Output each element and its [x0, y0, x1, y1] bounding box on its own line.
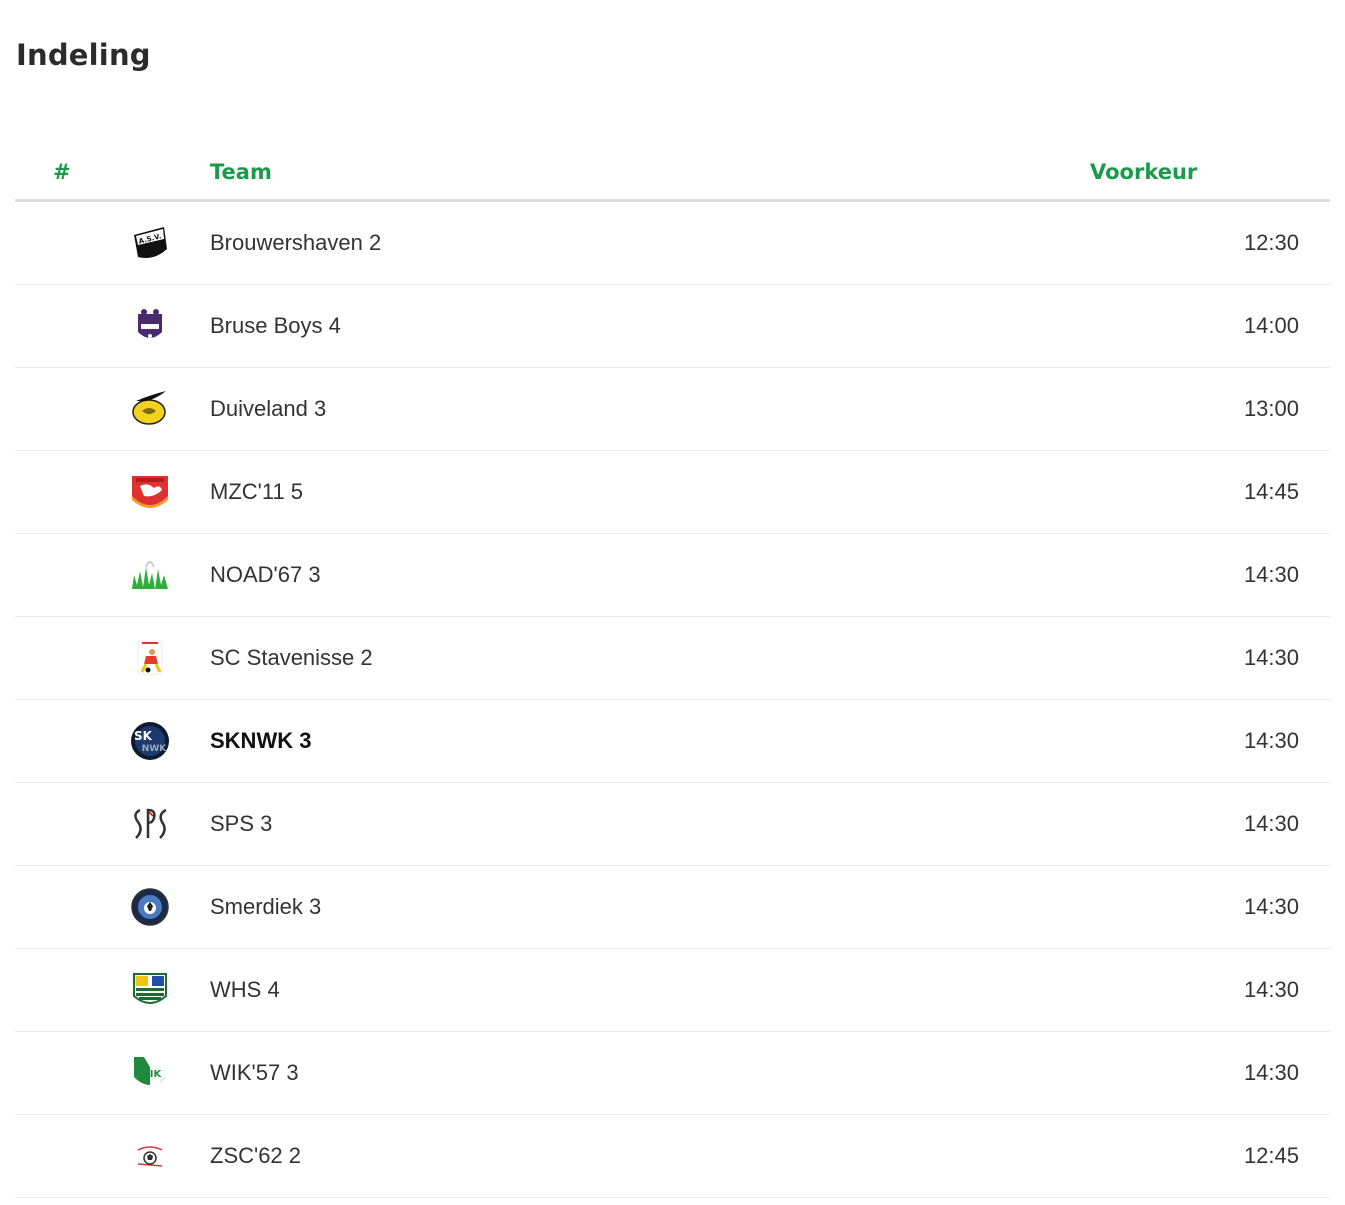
team-name[interactable]: NOAD'67 3 — [210, 562, 321, 588]
brouwershaven-logo-icon: A.S.V. — [130, 223, 170, 263]
noad67-logo-icon — [130, 555, 170, 595]
table-row[interactable]: MZC'11 5 14:45 — [15, 451, 1330, 534]
table-row[interactable]: A.S.V. Brouwershaven 2 12:30 — [15, 202, 1330, 285]
team-name[interactable]: Brouwershaven 2 — [210, 230, 381, 256]
preference-time: 14:30 — [1243, 562, 1299, 587]
page-title: Indeling — [16, 38, 151, 72]
svg-text:WIK: WIK — [139, 1069, 163, 1080]
wik57-logo-icon: WIK — [130, 1053, 170, 1093]
preference-time: 14:00 — [1243, 313, 1299, 338]
preference-time: 14:30 — [1243, 1060, 1299, 1085]
preference-time: 14:30 — [1243, 728, 1299, 753]
team-name[interactable]: WIK'57 3 — [210, 1060, 299, 1086]
table-row[interactable]: SC Stavenisse 2 14:30 — [15, 617, 1330, 700]
table-row[interactable]: Bruse Boys 4 14:00 — [15, 285, 1330, 368]
team-name[interactable]: WHS 4 — [210, 977, 280, 1003]
team-name[interactable]: MZC'11 5 — [210, 479, 303, 505]
team-name[interactable]: Duiveland 3 — [210, 396, 326, 422]
column-header-team[interactable]: Team — [210, 160, 272, 184]
svg-text:NWK: NWK — [142, 744, 167, 754]
zsc62-logo-icon — [130, 1136, 170, 1176]
preference-time: 12:30 — [1243, 230, 1299, 255]
team-name[interactable]: ZSC'62 2 — [210, 1143, 301, 1169]
preference-time: 13:00 — [1243, 396, 1299, 421]
svg-text:SK: SK — [134, 729, 153, 743]
table-row[interactable]: ZSC'62 2 12:45 — [15, 1115, 1330, 1198]
column-header-preference[interactable]: Voorkeur — [1090, 160, 1197, 184]
table-row[interactable]: Duiveland 3 13:00 — [15, 368, 1330, 451]
bruse-boys-logo-icon — [130, 306, 170, 346]
team-name[interactable]: SKNWK 3 — [210, 728, 311, 754]
table-row[interactable]: WHS 4 14:30 — [15, 949, 1330, 1032]
duiveland-logo-icon — [130, 389, 170, 429]
sknwk-logo-icon: SK NWK — [130, 721, 170, 761]
team-name[interactable]: Bruse Boys 4 — [210, 313, 341, 339]
preference-time: 14:30 — [1243, 645, 1299, 670]
table-row[interactable]: WIK WIK'57 3 14:30 — [15, 1032, 1330, 1115]
preference-time: 14:30 — [1243, 811, 1299, 836]
whs-logo-icon — [130, 970, 170, 1010]
sc-stavenisse-logo-icon — [130, 638, 170, 678]
team-name[interactable]: SPS 3 — [210, 811, 272, 837]
preference-time: 14:30 — [1243, 894, 1299, 919]
table-row[interactable]: Smerdiek 3 14:30 — [15, 866, 1330, 949]
preference-time: 14:45 — [1243, 479, 1299, 504]
column-header-number[interactable]: # — [53, 160, 71, 184]
preference-time: 14:30 — [1243, 977, 1299, 1002]
team-name[interactable]: Smerdiek 3 — [210, 894, 321, 920]
mzc11-logo-icon — [130, 472, 170, 512]
team-name[interactable]: SC Stavenisse 2 — [210, 645, 373, 671]
table-header: # Team Voorkeur — [15, 148, 1330, 202]
smerdiek-logo-icon — [130, 887, 170, 927]
table-row[interactable]: NOAD'67 3 14:30 — [15, 534, 1330, 617]
preference-time: 12:45 — [1243, 1143, 1299, 1168]
standings-table: # Team Voorkeur A.S.V. Brouwershaven 2 1… — [15, 148, 1330, 1198]
table-row[interactable]: SPS 3 14:30 — [15, 783, 1330, 866]
sps-logo-icon — [130, 804, 170, 844]
table-row[interactable]: SK NWK SKNWK 3 14:30 — [15, 700, 1330, 783]
